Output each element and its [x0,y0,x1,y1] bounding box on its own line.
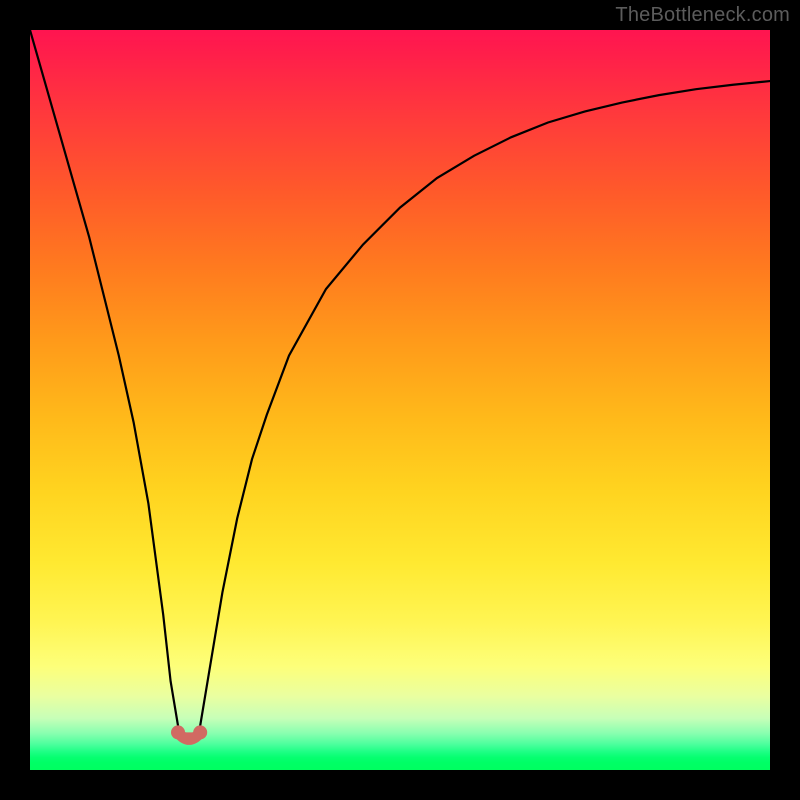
watermark-text: TheBottleneck.com [615,4,790,27]
chart-frame: TheBottleneck.com [0,0,800,800]
curve-path [30,30,770,740]
bottleneck-curve [30,30,770,770]
marker-bridge [178,732,200,739]
plot-area [30,30,770,770]
minimum-marker [171,725,207,739]
